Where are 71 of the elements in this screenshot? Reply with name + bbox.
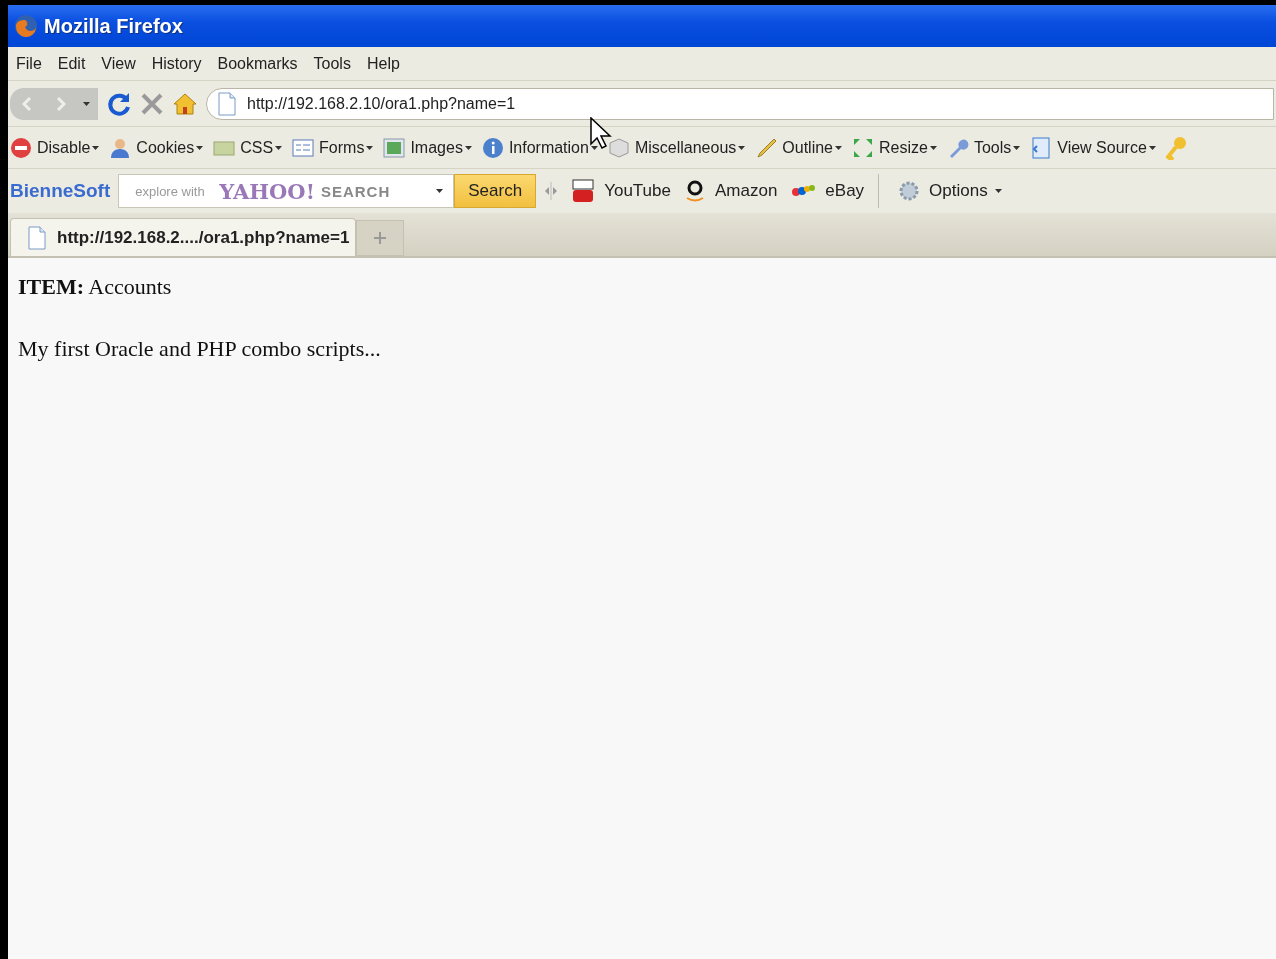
brand-label: BienneSoft <box>10 180 111 202</box>
caret-icon <box>92 145 100 150</box>
menu-item[interactable]: History <box>145 52 208 75</box>
toolbar-menu-button[interactable]: Disable <box>10 136 100 159</box>
video-logo-icon <box>572 179 595 203</box>
stop-icon[interactable] <box>140 91 164 116</box>
caret-icon <box>366 145 374 150</box>
page-icon <box>217 91 237 116</box>
caret-icon <box>590 145 598 150</box>
resize-icon <box>852 136 874 159</box>
plus-icon <box>374 232 387 244</box>
key-icon[interactable] <box>1165 135 1188 160</box>
menu-item[interactable]: File <box>10 52 48 75</box>
caret-icon <box>1013 145 1021 150</box>
menu-item[interactable]: Tools <box>307 52 357 75</box>
fox-globe-icon <box>14 14 38 38</box>
engine-logo: YAHOO! <box>219 178 315 204</box>
search-field[interactable]: explore with <box>133 182 214 200</box>
url-text: http://192.168.2.10/ora1.php?name=1 <box>247 94 516 113</box>
gear-icon <box>899 181 920 201</box>
form-icon <box>292 136 315 159</box>
menu-item[interactable]: Help <box>360 52 406 75</box>
caret-icon <box>196 145 204 150</box>
toolbar-menu-button[interactable]: Resize <box>852 136 937 159</box>
home-icon[interactable] <box>172 91 198 116</box>
page-paragraph: My first Oracle and PHP combo scripts... <box>18 336 382 362</box>
shop-logo-icon <box>684 179 705 203</box>
person-icon <box>109 136 132 159</box>
toolbar-menu-button[interactable]: Images <box>383 136 472 159</box>
toolbar-menu-button[interactable]: CSS <box>213 136 283 159</box>
image-icon <box>383 136 406 159</box>
drag-handle-icon[interactable] <box>544 181 559 201</box>
bookmark-link[interactable]: Amazon <box>684 179 778 203</box>
cube-icon <box>607 136 630 159</box>
caret-icon <box>436 189 444 193</box>
caret-icon <box>929 145 937 150</box>
caret-icon <box>738 145 746 150</box>
no-entry-icon <box>10 136 32 159</box>
address-bar[interactable]: http://192.168.2.10/ora1.php?name=1 <box>206 87 1274 120</box>
mouse-pointer-icon <box>590 117 612 149</box>
history-dropdown-button[interactable] <box>78 87 98 120</box>
caret-icon <box>464 145 472 150</box>
info-icon <box>481 136 504 159</box>
search-button[interactable]: Search <box>454 174 537 208</box>
toolbar-menu-button[interactable]: View Source <box>1030 136 1156 159</box>
document-icon <box>1030 136 1053 159</box>
menu-item[interactable]: View <box>95 52 142 75</box>
browser-tab[interactable]: http://192.168.2..../ora1.php?name=1 <box>10 218 357 256</box>
toolbar-menu-button[interactable]: Forms <box>292 136 374 159</box>
toolbar-menu-button[interactable]: Information <box>481 136 598 159</box>
caret-icon <box>1148 145 1156 150</box>
bookmark-link[interactable]: eBay <box>791 181 865 201</box>
options-menu-button[interactable]: Options <box>899 181 1002 201</box>
item-line: ITEM: Accounts <box>18 274 173 300</box>
caret-icon <box>275 145 283 150</box>
engine-word: SEARCH <box>320 182 392 200</box>
new-tab-button[interactable] <box>356 220 405 256</box>
page-icon <box>27 225 47 250</box>
bookmark-link[interactable]: YouTube <box>572 179 671 203</box>
toolbar-menu-button[interactable]: Tools <box>946 136 1021 159</box>
toolbar-menu-button[interactable]: Outline <box>755 136 842 159</box>
pen-icon <box>755 136 778 159</box>
window-title: Mozilla Firefox <box>44 14 183 38</box>
menu-item[interactable]: Edit <box>51 52 92 75</box>
toolbar-menu-button[interactable]: Cookies <box>109 136 204 159</box>
caret-icon <box>83 101 90 106</box>
search-box[interactable]: explore with YAHOO! SEARCH <box>118 174 455 208</box>
toolbar-menu-button[interactable]: Miscellaneous <box>607 136 746 159</box>
caret-icon <box>994 189 1002 193</box>
caret-icon <box>835 145 842 150</box>
menu-item[interactable]: Bookmarks <box>211 52 304 75</box>
